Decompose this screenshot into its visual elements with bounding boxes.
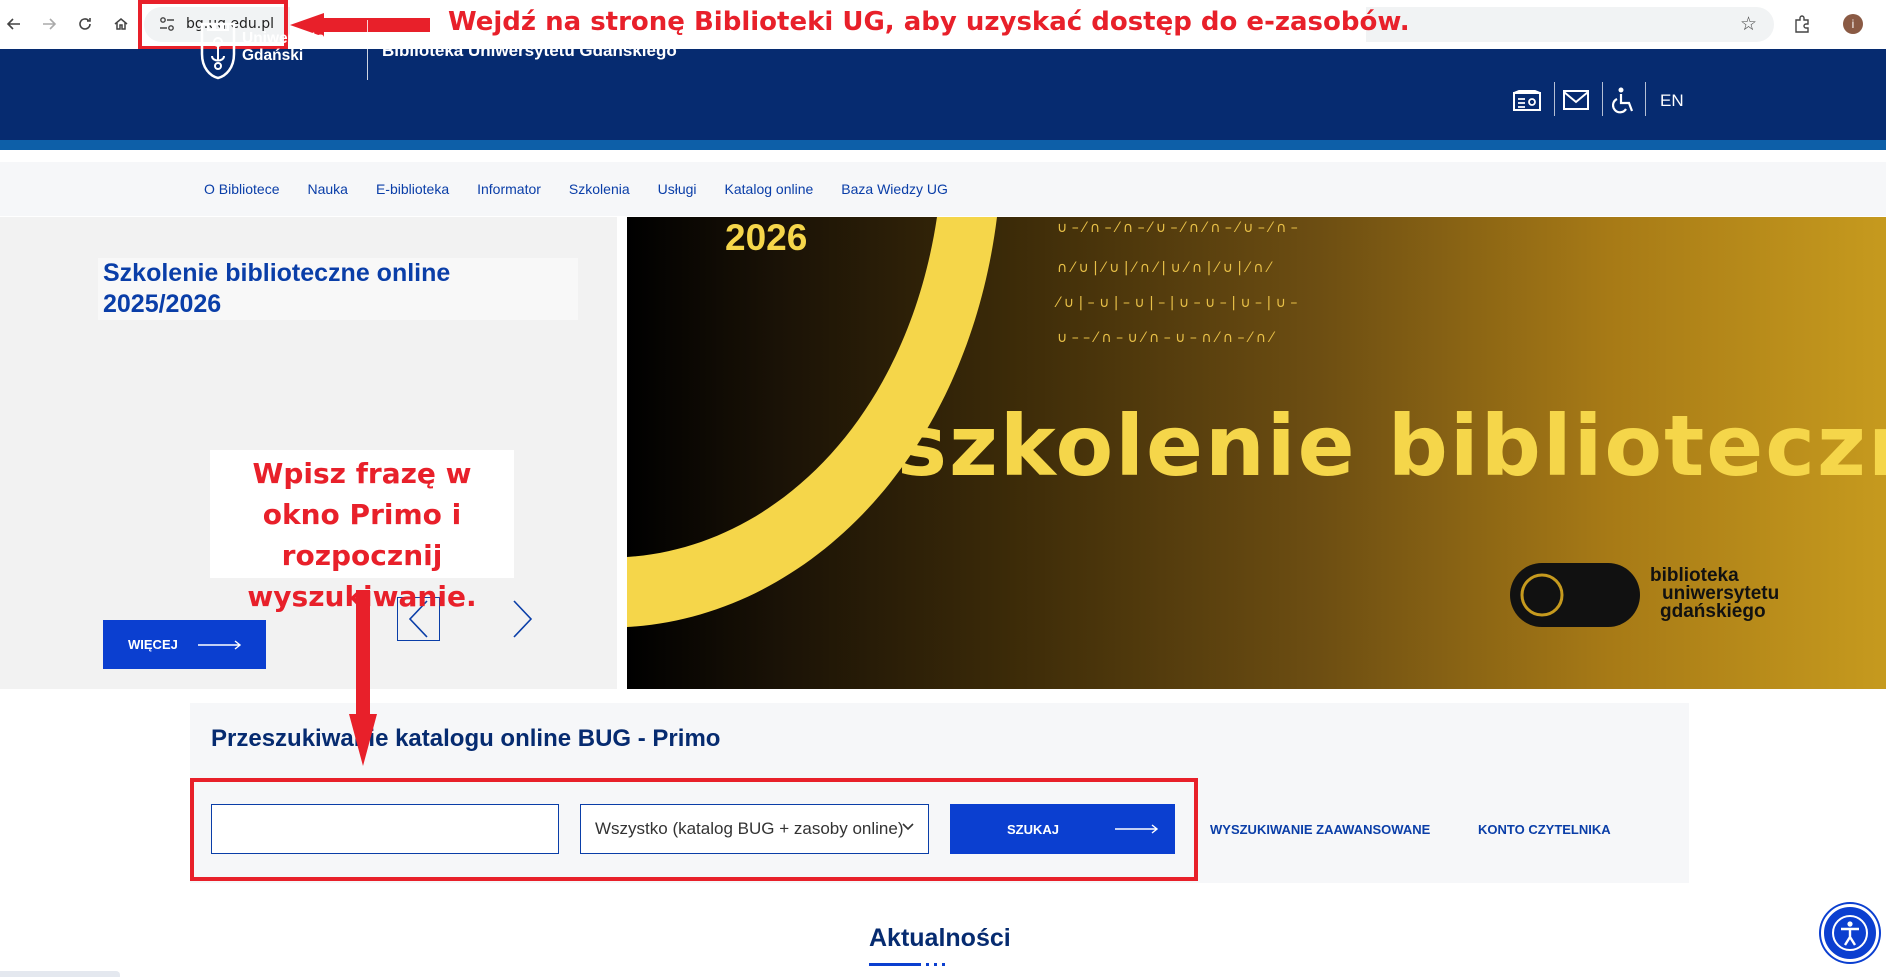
site-header (0, 49, 1886, 150)
university-line1: Uniwersytet (242, 30, 330, 47)
nav-item-nauka[interactable]: Nauka (307, 181, 347, 197)
arrow-right-icon (197, 639, 241, 650)
university-logo-text[interactable]: Uniwersytet Gdański (242, 30, 330, 64)
nav-item-informator[interactable]: Informator (477, 181, 541, 197)
banner-title: szkolenie biblioteczne (897, 397, 1886, 495)
library-name[interactable]: Biblioteka Uniwersytetu Gdańskiego (382, 41, 677, 61)
hero-banner-image[interactable]: ∪ – ⁄ ∩ – ⁄ ∩ – ⁄ ∪ – ⁄ ∩ ⁄ ∩ – ⁄ ∪ – ⁄ … (627, 217, 1886, 689)
reload-icon[interactable] (74, 13, 96, 35)
annotation-top-text: Wejdź na stronę Biblioteki UG, aby uzysk… (448, 7, 1410, 37)
svg-text:∩ ⁄ ∪ | ⁄ ∪ | ⁄ ∩ ⁄ | ∪ ⁄ ∩ |: ∩ ⁄ ∪ | ⁄ ∪ | ⁄ ∩ ⁄ | ∪ ⁄ ∩ | ⁄ ∪ | ⁄ ∩ … (1057, 260, 1273, 276)
header-separator (1645, 82, 1646, 116)
accessibility-person-icon (1832, 915, 1868, 951)
nav-item-o-bibliotece[interactable]: O Bibliotece (204, 181, 279, 197)
university-crest-icon[interactable] (200, 20, 236, 80)
nav-item-baza-wiedzy-ug[interactable]: Baza Wiedzy UG (841, 181, 948, 197)
id-card-icon[interactable] (1513, 90, 1541, 117)
nav-item-uslugi[interactable]: Usługi (658, 181, 697, 197)
logo-divider (367, 20, 368, 80)
svg-text:∪ – – ⁄ ∩ – ∪ ⁄ ∩ – ∪ – ∩ ⁄ ∩: ∪ – – ⁄ ∩ – ∪ ⁄ ∩ – ∪ – ∩ ⁄ ∩ – ⁄ ∩ ⁄ (1057, 330, 1275, 346)
hero-title[interactable]: Szkolenie biblioteczne online 2025/2026 (103, 258, 573, 320)
news-dots (926, 963, 948, 966)
svg-text:⁄ ∪ | – ∪ | – ∪ | – | ∪ – ∪ –: ⁄ ∪ | – ∪ | – ∪ | – | ∪ – ∪ – | ∪ – | ∪ … (1054, 295, 1297, 311)
accessibility-widget-button[interactable] (1821, 904, 1879, 962)
accessibility-icon[interactable] (1612, 86, 1636, 119)
advanced-search-link[interactable]: WYSZUKIWANIE ZAAWANSOWANE (1210, 822, 1430, 837)
profile-avatar[interactable]: i (1843, 14, 1863, 34)
annotation-search-highlight (190, 778, 1198, 881)
main-navigation: O Bibliotece Nauka E-biblioteka Informat… (0, 162, 1886, 216)
more-button-label: WIĘCEJ (128, 637, 178, 652)
news-title: Aktualności (869, 924, 1011, 952)
nav-item-katalog-online[interactable]: Katalog online (725, 181, 814, 197)
banner-library-logo: biblioteka uniwersytetu gdańskiego (1650, 566, 1779, 622)
svg-text:∪ – ⁄ ∩ – ⁄ ∩ – ⁄ ∪ – ⁄ ∩ ⁄ ∩: ∪ – ⁄ ∩ – ⁄ ∩ – ⁄ ∪ – ⁄ ∩ ⁄ ∩ – ⁄ ∪ – ⁄ … (1057, 220, 1298, 236)
reader-account-link[interactable]: KONTO CZYTELNIKA (1478, 822, 1611, 837)
university-line2: Gdański (242, 47, 304, 64)
search-title: Przeszukiwanie katalogu online BUG - Pri… (211, 725, 721, 752)
header-separator (1602, 82, 1603, 116)
home-icon[interactable] (110, 13, 132, 35)
mail-icon[interactable] (1563, 90, 1589, 115)
extensions-icon[interactable] (1792, 14, 1812, 39)
bookmark-star-icon[interactable]: ☆ (1740, 13, 1757, 36)
back-arrow-icon[interactable] (3, 13, 25, 35)
nav-item-e-biblioteka[interactable]: E-biblioteka (376, 181, 449, 197)
annotation-arrow-down-icon (349, 590, 377, 766)
forward-arrow-icon[interactable] (38, 13, 60, 35)
news-underline (869, 963, 921, 966)
banner-year: 2026 (725, 217, 808, 258)
more-button[interactable]: WIĘCEJ (103, 620, 266, 669)
bottom-bar (0, 971, 120, 977)
header-stripe (0, 140, 1886, 150)
nav-item-szkolenia[interactable]: Szkolenia (569, 181, 630, 197)
annotation-search-box: Wpisz frazę w okno Primo i rozpocznij wy… (210, 450, 514, 613)
language-switch-en[interactable]: EN (1660, 91, 1684, 111)
header-separator (1554, 82, 1555, 116)
banner-logo-line3: gdańskiego (1660, 601, 1766, 622)
